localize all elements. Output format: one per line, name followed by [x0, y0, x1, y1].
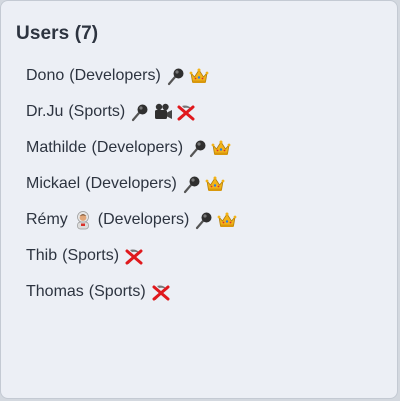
crown-icon — [217, 210, 237, 230]
user-name: Rémy — [26, 211, 68, 228]
user-item[interactable]: Dono (Developers) — [26, 58, 237, 94]
panel-title: Users (7) — [16, 23, 99, 44]
user-item[interactable]: Dr.Ju (Sports) — [26, 94, 237, 130]
crown-icon — [189, 66, 209, 86]
user-item[interactable]: Rémy (Developers) — [26, 202, 237, 238]
user-status-icons — [166, 66, 209, 86]
microphone-icon — [182, 174, 202, 194]
user-item[interactable]: Mickael (Developers) — [26, 166, 237, 202]
user-status-icons — [194, 210, 237, 230]
user-group: (Developers) — [97, 211, 190, 228]
pickaxe-cross-icon — [151, 282, 171, 302]
user-list: Dono (Developers) Dr.Ju (Sports) Mathilde (De… — [26, 58, 237, 310]
user-status-icons — [151, 282, 171, 302]
astronaut-icon — [73, 210, 93, 230]
video-camera-icon — [153, 102, 173, 122]
crown-icon — [205, 174, 225, 194]
user-item[interactable]: Mathilde (Developers) — [26, 130, 237, 166]
microphone-icon — [130, 102, 150, 122]
user-group: (Sports) — [88, 283, 146, 300]
user-item[interactable]: Thib (Sports) — [26, 238, 237, 274]
user-item[interactable]: Thomas (Sports) — [26, 274, 237, 310]
user-status-icons — [124, 246, 144, 266]
microphone-icon — [194, 210, 214, 230]
microphone-icon — [188, 138, 208, 158]
microphone-icon — [166, 66, 186, 86]
user-status-icons — [182, 174, 225, 194]
user-group: (Sports) — [68, 103, 126, 120]
users-panel: Users (7) Dono (Developers) Dr.Ju (Sports) M… — [0, 0, 398, 399]
user-name: Dr.Ju — [26, 103, 64, 120]
user-status-icons — [188, 138, 231, 158]
user-name: Thib — [26, 247, 58, 264]
user-name: Dono — [26, 67, 65, 84]
user-group: (Developers) — [69, 67, 161, 84]
user-group: (Developers) — [91, 139, 184, 156]
pickaxe-cross-icon — [176, 102, 196, 122]
crown-icon — [211, 138, 231, 158]
user-group: (Sports) — [62, 247, 120, 264]
user-group: (Developers) — [85, 175, 177, 192]
pickaxe-cross-icon — [124, 246, 144, 266]
user-name: Mickael — [26, 175, 81, 192]
user-name: Mathilde — [26, 139, 87, 156]
user-status-icons — [130, 102, 196, 122]
user-name: Thomas — [26, 283, 84, 300]
